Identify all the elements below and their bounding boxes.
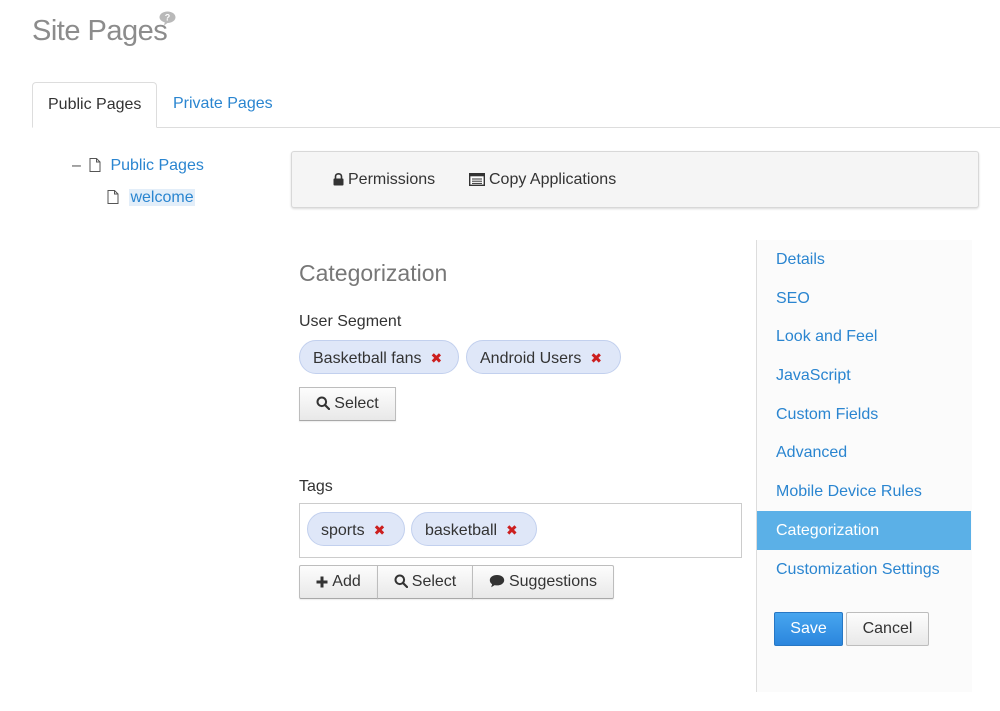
- save-button[interactable]: Save: [774, 612, 843, 646]
- tree-node-welcome: welcome: [107, 187, 195, 209]
- add-label: Add: [332, 573, 361, 590]
- page-title: Site Pages: [32, 15, 168, 47]
- user-segment-label: User Segment: [299, 313, 402, 330]
- list-window-icon: [468, 172, 486, 187]
- sidebar-item-customization-settings[interactable]: Customization Settings: [757, 550, 971, 589]
- sidebar-item-details[interactable]: Details: [757, 240, 971, 279]
- chip-label: Basketball fans: [313, 350, 422, 367]
- search-icon: [394, 574, 408, 589]
- sidebar-item-mobile-device-rules[interactable]: Mobile Device Rules: [757, 472, 971, 511]
- sidebar-item-categorization[interactable]: Categorization: [757, 511, 971, 550]
- tree-node-root: – Public Pages: [72, 155, 204, 177]
- remove-icon[interactable]: ✖: [506, 522, 518, 538]
- add-tag-button[interactable]: Add: [299, 565, 378, 599]
- chip-label: Android Users: [480, 350, 582, 367]
- suggestions-button[interactable]: Suggestions: [472, 565, 614, 599]
- permissions-button[interactable]: Permissions: [333, 152, 435, 207]
- chip-label: sports: [321, 522, 365, 539]
- tab-private-pages[interactable]: Private Pages: [157, 82, 288, 126]
- permissions-label: Permissions: [348, 171, 436, 188]
- select-tag-button[interactable]: Select: [377, 565, 473, 599]
- section-title: Categorization: [299, 260, 448, 286]
- question-bubble-icon[interactable]: ?: [159, 11, 176, 26]
- tab-public-pages[interactable]: Public Pages: [32, 82, 158, 128]
- remove-icon[interactable]: ✖: [431, 350, 443, 366]
- collapse-toggle[interactable]: –: [72, 155, 84, 177]
- cancel-button[interactable]: Cancel: [846, 612, 929, 646]
- plus-icon: [316, 576, 328, 588]
- copy-applications-button[interactable]: Copy Applications: [468, 152, 617, 207]
- tree-link-public-pages[interactable]: Public Pages: [110, 157, 203, 174]
- sidebar-item-custom-fields[interactable]: Custom Fields: [757, 395, 971, 434]
- tree-link-welcome[interactable]: welcome: [129, 189, 195, 206]
- suggestions-label: Suggestions: [508, 573, 598, 590]
- chip-label: basketball: [425, 522, 498, 539]
- user-segment-chip: Basketball fans ✖: [299, 340, 459, 374]
- tag-chip: basketball ✖: [411, 512, 537, 546]
- svg-text:?: ?: [165, 13, 171, 23]
- document-icon: [89, 158, 101, 172]
- user-segment-chip: Android Users ✖: [466, 340, 621, 374]
- remove-icon[interactable]: ✖: [590, 350, 602, 366]
- search-icon: [316, 396, 331, 411]
- page-toolbar: Permissions Copy Applications: [291, 151, 979, 208]
- page-type-tabs: Public Pages Private Pages: [32, 82, 1000, 128]
- comment-icon: [489, 575, 505, 588]
- sidebar-item-javascript[interactable]: JavaScript: [757, 356, 971, 395]
- select-label: Select: [411, 573, 457, 590]
- remove-icon[interactable]: ✖: [374, 522, 386, 538]
- tags-label: Tags: [299, 478, 333, 495]
- document-icon: [107, 190, 119, 204]
- lock-icon: [333, 172, 344, 186]
- user-segment-select-button[interactable]: Select: [299, 387, 396, 421]
- sidebar-item-look-and-feel[interactable]: Look and Feel: [757, 317, 971, 356]
- copy-applications-label: Copy Applications: [489, 171, 617, 188]
- tag-chip: sports ✖: [307, 512, 405, 546]
- sidebar-item-advanced[interactable]: Advanced: [757, 433, 971, 472]
- select-label: Select: [334, 395, 379, 412]
- sidebar-item-seo[interactable]: SEO: [757, 279, 971, 318]
